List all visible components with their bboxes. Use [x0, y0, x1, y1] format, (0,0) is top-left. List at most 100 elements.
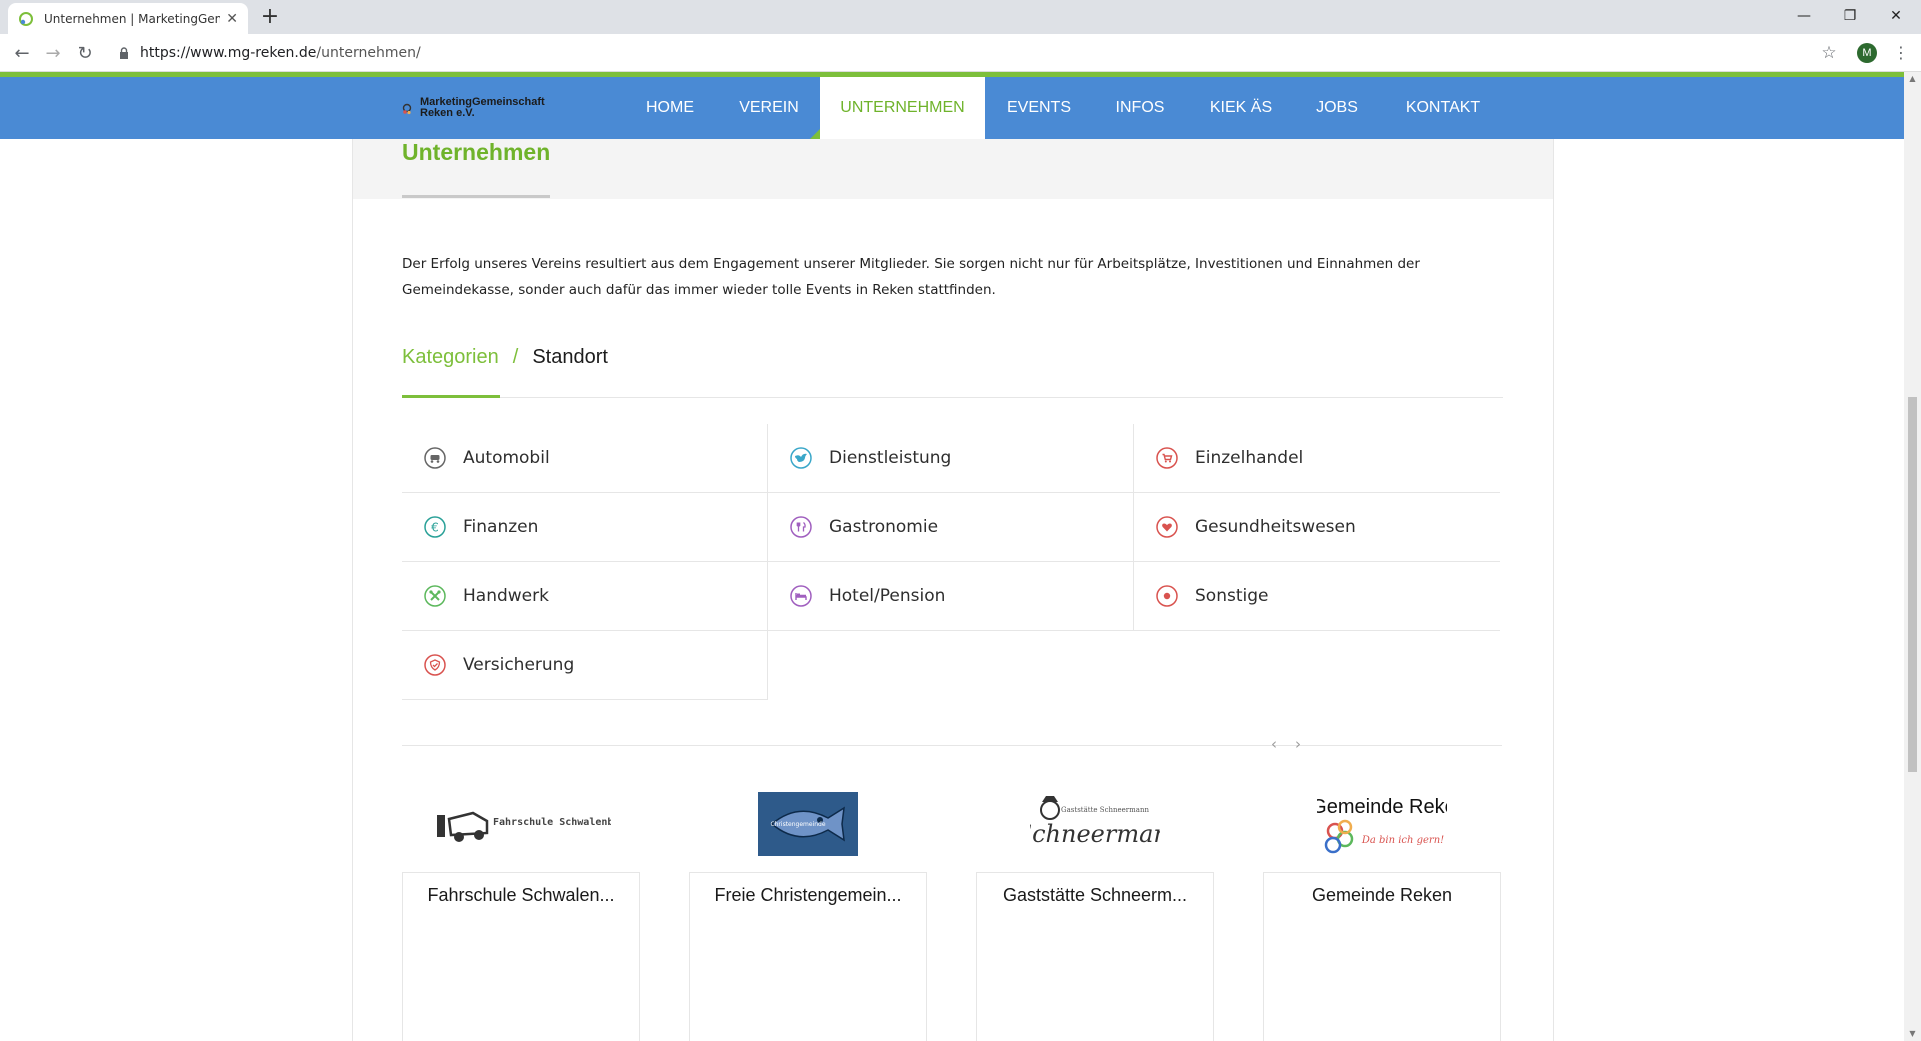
page-viewport: MarketingGemeinschaft Reken e.V. HOME VE… [0, 72, 1921, 1041]
category-gastronomie[interactable]: Gastronomie [768, 493, 1134, 562]
tabs-active-indicator [402, 395, 500, 398]
fish-logo-icon: Christengemeinde [758, 792, 858, 856]
category-hotel-pension[interactable]: Hotel/Pension [768, 562, 1134, 631]
category-gesundheitswesen[interactable]: Gesundheitswesen [1134, 493, 1500, 562]
shield-icon [424, 654, 446, 676]
category-label: Versicherung [463, 655, 575, 675]
cutlery-icon [790, 516, 812, 538]
page-scrollbar[interactable]: ▲ ▼ [1904, 72, 1921, 1041]
restore-icon[interactable]: ❐ [1827, 2, 1873, 30]
tab-kategorien[interactable]: Kategorien [402, 346, 499, 369]
intro-text: Der Erfolg unseres Vereins resultiert au… [402, 256, 1420, 298]
tools-icon [424, 585, 446, 607]
scroll-down-icon[interactable]: ▼ [1904, 1027, 1921, 1041]
cart-icon [1156, 447, 1178, 469]
tab-title: Unternehmen | MarketingGeme [44, 11, 221, 26]
carousel-divider [402, 745, 1502, 746]
title-band: Unternehmen [353, 139, 1553, 199]
carousel-prev-icon[interactable]: ‹ [1271, 735, 1277, 753]
dot-icon [1156, 585, 1178, 607]
content-container: Unternehmen Der Erfolg unseres Vereins r… [352, 139, 1554, 1041]
scrollbar-thumb[interactable] [1908, 397, 1917, 772]
company-logo: Christengemeinde [689, 779, 927, 869]
category-label: Sonstige [1195, 586, 1269, 606]
profile-avatar[interactable]: M [1857, 43, 1877, 63]
address-bar[interactable]: https://www.mg-reken.de/unternehmen/ [110, 39, 1850, 67]
nav-jobs[interactable]: JOBS [1309, 77, 1365, 139]
company-card[interactable]: Christengemeinde Freie Christengemein... [689, 779, 927, 1041]
category-automobil[interactable]: Automobil [402, 424, 768, 493]
euro-icon: € [424, 516, 446, 538]
browser-tab[interactable]: Unternehmen | MarketingGeme ✕ [8, 3, 248, 34]
logo-text: MarketingGemeinschaft Reken e.V. [420, 96, 545, 119]
company-name: Gaststätte Schneerm... [1002, 885, 1188, 905]
company-logo: Gaststätte Schneermann Schneermann [976, 779, 1214, 869]
url-text: https://www.mg-reken.de/unternehmen/ [140, 45, 421, 61]
category-label: Handwerk [463, 586, 549, 606]
site-header: MarketingGemeinschaft Reken e.V. HOME VE… [0, 72, 1904, 139]
category-sonstige[interactable]: Sonstige [1134, 562, 1500, 631]
category-label: Einzelhandel [1195, 448, 1304, 468]
nav-verein[interactable]: VEREIN [728, 77, 810, 139]
company-card[interactable]: Gaststätte Schneermann Schneermann Gasts… [976, 779, 1214, 1041]
forward-icon[interactable]: → [41, 41, 65, 65]
svg-text:Schneermann: Schneermann [1030, 820, 1160, 848]
tab-close-icon[interactable]: ✕ [226, 11, 238, 27]
category-label: Hotel/Pension [829, 586, 946, 606]
browser-menu-icon[interactable]: ⋮ [1889, 41, 1913, 65]
back-icon[interactable]: ← [10, 41, 34, 65]
page-title: Unternehmen [402, 139, 551, 165]
snowman-logo-icon: Gaststätte Schneermann Schneermann [1030, 796, 1160, 848]
category-label: Dienstleistung [829, 448, 952, 468]
category-dienstleistung[interactable]: Dienstleistung [768, 424, 1134, 493]
svg-text:Fahrschule Schwalenberg: Fahrschule Schwalenberg [493, 817, 611, 828]
category-label: Gesundheitswesen [1195, 517, 1356, 537]
fahrschule-logo-icon: Fahrschule Schwalenberg [437, 811, 611, 842]
category-label: Finanzen [463, 517, 539, 537]
browser-tabstrip: Unternehmen | MarketingGeme ✕ + — ❐ ✕ [0, 0, 1921, 34]
nav-home[interactable]: HOME [632, 77, 708, 139]
nav-kontakt[interactable]: KONTAKT [1398, 77, 1488, 139]
svg-text:€: € [431, 521, 439, 535]
logo-clover-icon [402, 103, 412, 115]
nav-unternehmen[interactable]: UNTERNEHMEN [810, 77, 985, 139]
nav-kiek-as[interactable]: KIEK ÄS [1203, 77, 1279, 139]
category-einzelhandel[interactable]: Einzelhandel [1134, 424, 1500, 493]
title-underline [402, 195, 550, 198]
category-finanzen[interactable]: € Finanzen [402, 493, 768, 562]
nav-events[interactable]: EVENTS [997, 77, 1081, 139]
scroll-up-icon[interactable]: ▲ [1904, 72, 1921, 86]
reload-icon[interactable]: ↻ [73, 41, 97, 65]
gemeinde-reken-logo-icon: Gemeinde Reken Da bin ich gern! [1317, 796, 1447, 854]
site-logo[interactable]: MarketingGemeinschaft Reken e.V. [402, 97, 545, 119]
tabs-divider [402, 397, 1503, 398]
heart-icon [1156, 516, 1178, 538]
company-logo: Fahrschule Schwalenberg [402, 779, 640, 869]
new-tab-icon[interactable]: + [258, 6, 282, 30]
category-label: Automobil [463, 448, 550, 468]
minimize-icon[interactable]: — [1781, 2, 1827, 30]
nav-infos[interactable]: INFOS [1107, 77, 1173, 139]
svg-text:Christengemeinde: Christengemeinde [770, 821, 825, 828]
tab-standort[interactable]: Standort [532, 346, 608, 369]
bird-icon [790, 447, 812, 469]
filter-tabs: Kategorien / Standort [402, 344, 608, 370]
bed-icon [790, 585, 812, 607]
bookmark-star-icon[interactable]: ☆ [1817, 41, 1841, 65]
company-name: Fahrschule Schwalen... [427, 885, 615, 905]
svg-text:Gaststätte Schneermann: Gaststätte Schneermann [1061, 806, 1149, 814]
svg-text:Gemeinde Reken: Gemeinde Reken [1317, 796, 1447, 818]
category-handwerk[interactable]: Handwerk [402, 562, 768, 631]
company-card[interactable]: Gemeinde Reken Da bin ich gern! Gemeinde… [1263, 779, 1501, 1041]
category-versicherung[interactable]: Versicherung [402, 631, 768, 700]
svg-text:Da bin ich gern!: Da bin ich gern! [1361, 835, 1444, 846]
company-logo: Gemeinde Reken Da bin ich gern! [1263, 779, 1501, 869]
company-card[interactable]: Fahrschule Schwalenberg Fahrschule Schwa… [402, 779, 640, 1041]
browser-toolbar: ← → ↻ https://www.mg-reken.de/unternehme… [0, 34, 1921, 72]
category-label: Gastronomie [829, 517, 939, 537]
close-window-icon[interactable]: ✕ [1873, 2, 1919, 30]
carousel-next-icon[interactable]: › [1295, 735, 1301, 753]
lock-icon [120, 47, 128, 59]
tab-separator: / [512, 345, 519, 368]
site-favicon-icon [19, 11, 33, 26]
